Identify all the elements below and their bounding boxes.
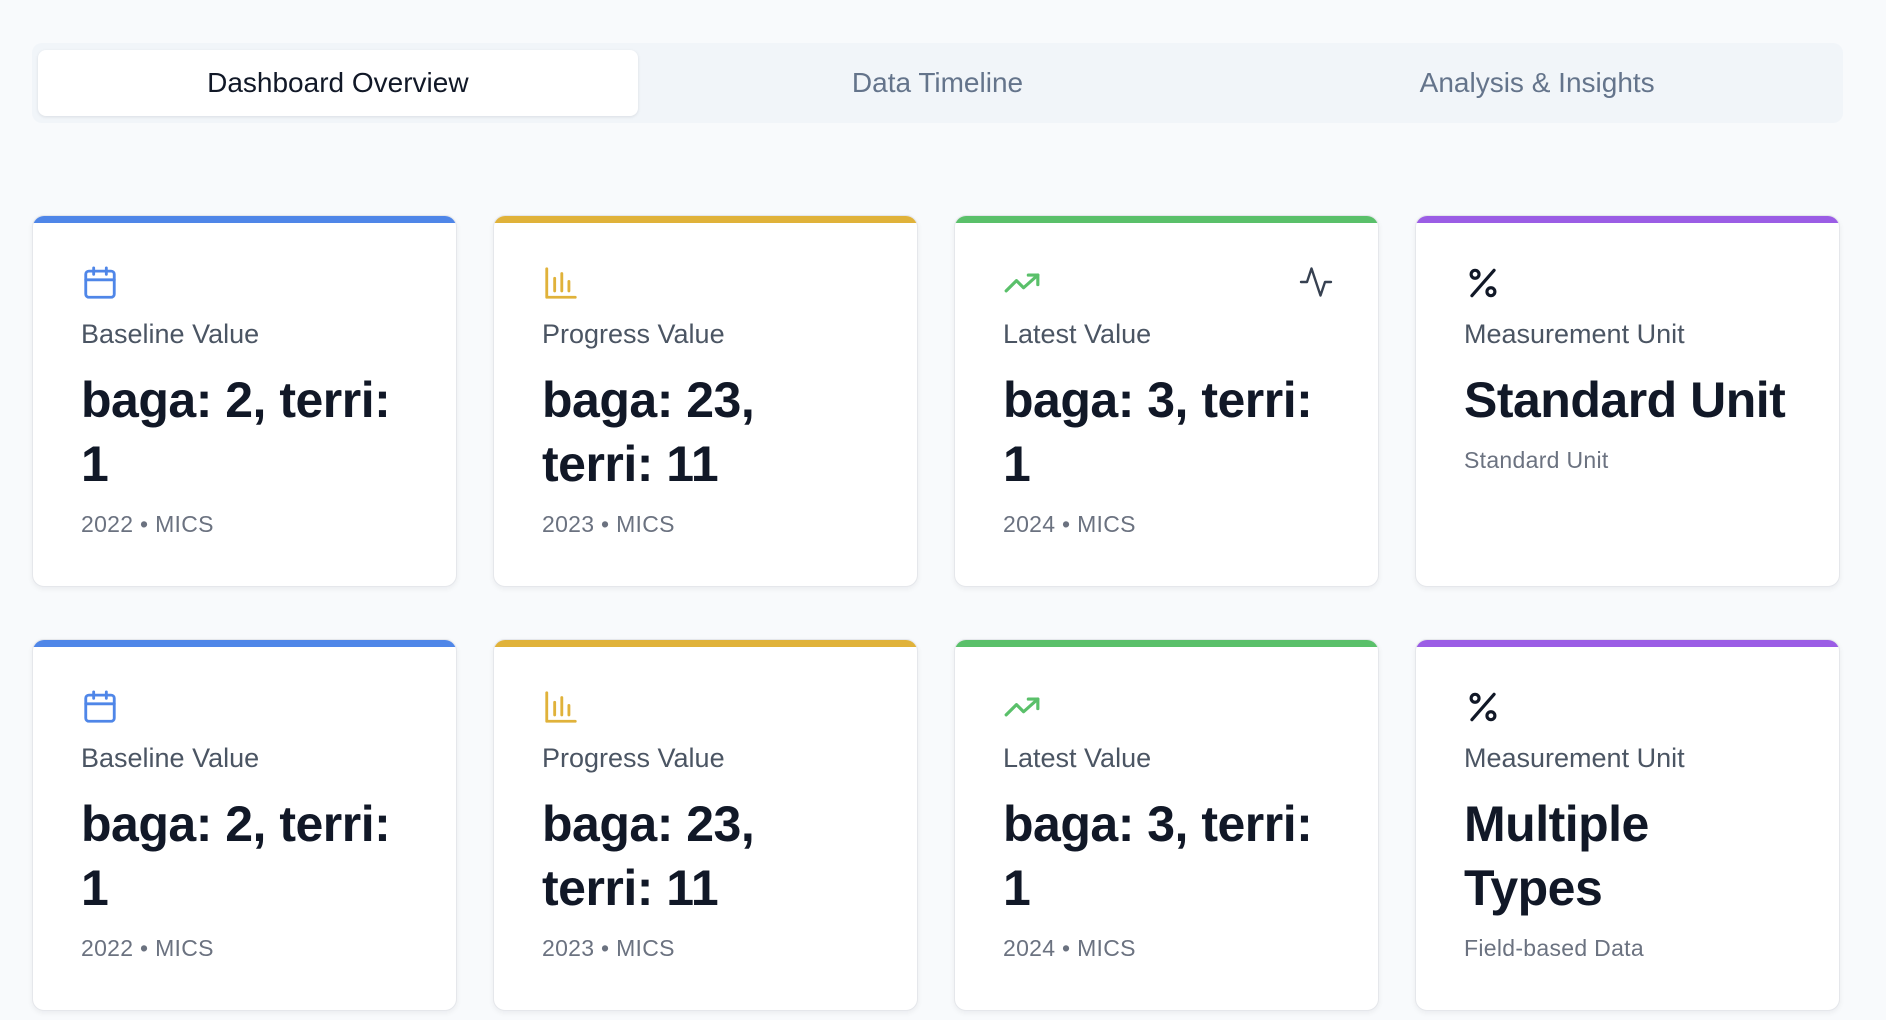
card-accent-bar	[1416, 216, 1839, 223]
latest-value-card: Latest Value baga: 3, terri: 1 2024 • MI…	[954, 639, 1379, 1011]
card-value: Standard Unit	[1464, 372, 1786, 428]
card-value: baga: 3, terri: 1	[1003, 372, 1313, 492]
card-value: baga: 2, terri: 1	[81, 372, 391, 492]
card-label: Progress Value	[542, 743, 725, 773]
calendar-icon	[84, 266, 116, 299]
card-meta: 2022 • MICS	[81, 511, 214, 537]
card-accent-bar	[494, 216, 917, 223]
tab-dashboard-overview[interactable]: Dashboard Overview	[38, 50, 638, 116]
card-label: Measurement Unit	[1464, 743, 1685, 773]
card-meta: 2022 • MICS	[81, 935, 214, 961]
card-label: Measurement Unit	[1464, 319, 1685, 349]
card-accent-bar	[33, 216, 456, 223]
dashboard-page: Dashboard Overview Data Timeline Analysi…	[0, 0, 1886, 1020]
card-accent-bar	[955, 216, 1378, 223]
progress-value-card: Progress Value baga: 23, terri: 11 2023 …	[493, 215, 918, 587]
calendar-icon	[84, 690, 116, 723]
bar-chart-icon	[545, 267, 577, 299]
tab-analysis-insights[interactable]: Analysis & Insights	[1237, 50, 1837, 116]
card-label: Baseline Value	[81, 319, 260, 349]
card-meta: Field-based Data	[1464, 935, 1644, 961]
card-value: baga: 23, terri: 11	[542, 372, 755, 492]
card-meta: 2024 • MICS	[1003, 511, 1136, 537]
card-label: Baseline Value	[81, 743, 260, 773]
trending-up-icon	[1004, 273, 1040, 293]
card-value: baga: 23, terri: 11	[542, 796, 755, 916]
card-accent-bar	[955, 640, 1378, 647]
baseline-value-card: Baseline Value baga: 2, terri: 1 2022 • …	[32, 215, 457, 587]
card-meta: 2023 • MICS	[542, 935, 675, 961]
card-meta: Standard Unit	[1464, 447, 1609, 473]
percent-icon	[1469, 692, 1497, 722]
latest-value-card: Latest Value baga: 3, terri: 1 2024 • MI…	[954, 215, 1379, 587]
progress-value-card: Progress Value baga: 23, terri: 11 2023 …	[493, 639, 918, 1011]
card-accent-bar	[33, 640, 456, 647]
baseline-value-card: Baseline Value baga: 2, terri: 1 2022 • …	[32, 639, 457, 1011]
activity-icon	[1299, 267, 1333, 297]
trending-up-icon	[1004, 697, 1040, 717]
card-accent-bar	[494, 640, 917, 647]
measurement-unit-card: Measurement Unit Multiple Types Field-ba…	[1415, 639, 1840, 1011]
card-label: Latest Value	[1003, 743, 1152, 773]
tab-data-timeline[interactable]: Data Timeline	[638, 50, 1238, 116]
bar-chart-icon	[545, 691, 577, 723]
percent-icon	[1469, 268, 1497, 298]
metrics-grid: Baseline Value baga: 2, terri: 1 2022 • …	[32, 215, 1843, 1011]
card-value: baga: 2, terri: 1	[81, 796, 391, 916]
tab-bar: Dashboard Overview Data Timeline Analysi…	[32, 43, 1843, 123]
card-label: Latest Value	[1003, 319, 1152, 349]
card-accent-bar	[1416, 640, 1839, 647]
card-meta: 2024 • MICS	[1003, 935, 1136, 961]
card-meta: 2023 • MICS	[542, 511, 675, 537]
card-value: Multiple Types	[1464, 796, 1649, 916]
measurement-unit-card: Measurement Unit Standard Unit Standard …	[1415, 215, 1840, 587]
card-value: baga: 3, terri: 1	[1003, 796, 1313, 916]
card-label: Progress Value	[542, 319, 725, 349]
